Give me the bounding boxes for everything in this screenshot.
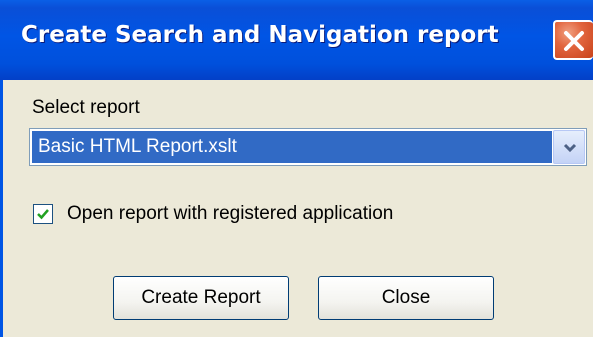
select-report-label: Select report [32,97,140,118]
window-title: Create Search and Navigation report [21,22,499,48]
close-button[interactable]: Close [318,276,494,320]
dialog-window: Create Search and Navigation report Sele… [0,0,593,337]
selected-report-text: Basic HTML Report.xslt [38,136,237,157]
close-window-button[interactable] [553,20,593,60]
open-with-app-checkbox[interactable] [33,204,53,224]
report-dropdown-button[interactable] [553,130,585,164]
create-report-button[interactable]: Create Report [113,276,289,320]
open-with-app-label[interactable]: Open report with registered application [67,203,393,225]
report-select-value[interactable]: Basic HTML Report.xslt [32,131,552,163]
report-select[interactable]: Basic HTML Report.xslt [29,128,587,166]
title-bar[interactable]: Create Search and Navigation report [0,0,593,80]
